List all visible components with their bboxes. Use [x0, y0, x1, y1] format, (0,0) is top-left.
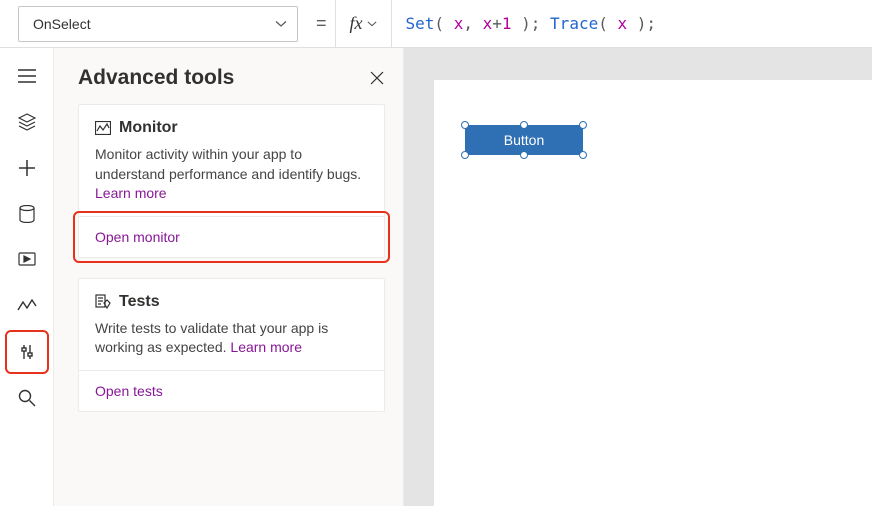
panel-title: Advanced tools	[78, 66, 234, 90]
search-icon[interactable]	[17, 388, 37, 408]
property-selector[interactable]: OnSelect	[18, 6, 298, 42]
button-object[interactable]: Button	[466, 126, 582, 154]
tests-card: Tests Write tests to validate that your …	[78, 278, 385, 412]
database-icon[interactable]	[17, 204, 37, 224]
monitor-desc: Monitor activity within your app to unde…	[95, 145, 368, 204]
tests-learn-link[interactable]: Learn more	[230, 339, 302, 355]
canvas[interactable]: Button	[434, 80, 872, 506]
monitor-learn-link[interactable]: Learn more	[95, 185, 167, 201]
handle-s[interactable]	[520, 151, 528, 159]
chevron-down-icon	[367, 19, 377, 29]
open-monitor-link[interactable]: Open monitor	[79, 216, 384, 257]
canvas-outer: Button	[404, 48, 872, 506]
button-label: Button	[504, 132, 544, 148]
media-icon[interactable]	[17, 250, 37, 270]
fx-button[interactable]: fx	[335, 0, 392, 47]
handle-n[interactable]	[520, 121, 528, 129]
monitor-title: Monitor	[119, 119, 178, 137]
flow-icon[interactable]	[17, 296, 37, 316]
equals-label: =	[308, 0, 335, 47]
advanced-tools-panel: Advanced tools Monitor Monitor activity …	[54, 48, 404, 506]
tools-icon[interactable]	[17, 342, 37, 362]
tests-icon	[95, 294, 111, 310]
menu-icon[interactable]	[17, 66, 37, 86]
fx-label: fx	[350, 13, 363, 34]
handle-se[interactable]	[579, 151, 587, 159]
layers-icon[interactable]	[17, 112, 37, 132]
plus-icon[interactable]	[17, 158, 37, 178]
property-selector-value: OnSelect	[33, 16, 91, 32]
open-tests-link[interactable]: Open tests	[79, 370, 384, 411]
handle-sw[interactable]	[461, 151, 469, 159]
handle-nw[interactable]	[461, 121, 469, 129]
formula-bar: OnSelect = fx Set( x, x+1 ); Trace( x );	[0, 0, 872, 48]
main-area: Advanced tools Monitor Monitor activity …	[0, 48, 872, 506]
monitor-card: Monitor Monitor activity within your app…	[78, 104, 385, 258]
tests-desc: Write tests to validate that your app is…	[95, 319, 368, 358]
chevron-down-icon	[275, 18, 287, 30]
tests-title: Tests	[119, 293, 160, 311]
monitor-icon	[95, 121, 111, 135]
formula-input[interactable]: Set( x, x+1 ); Trace( x );	[392, 0, 872, 47]
handle-ne[interactable]	[579, 121, 587, 129]
close-icon[interactable]	[369, 70, 385, 86]
left-rail	[0, 48, 54, 506]
